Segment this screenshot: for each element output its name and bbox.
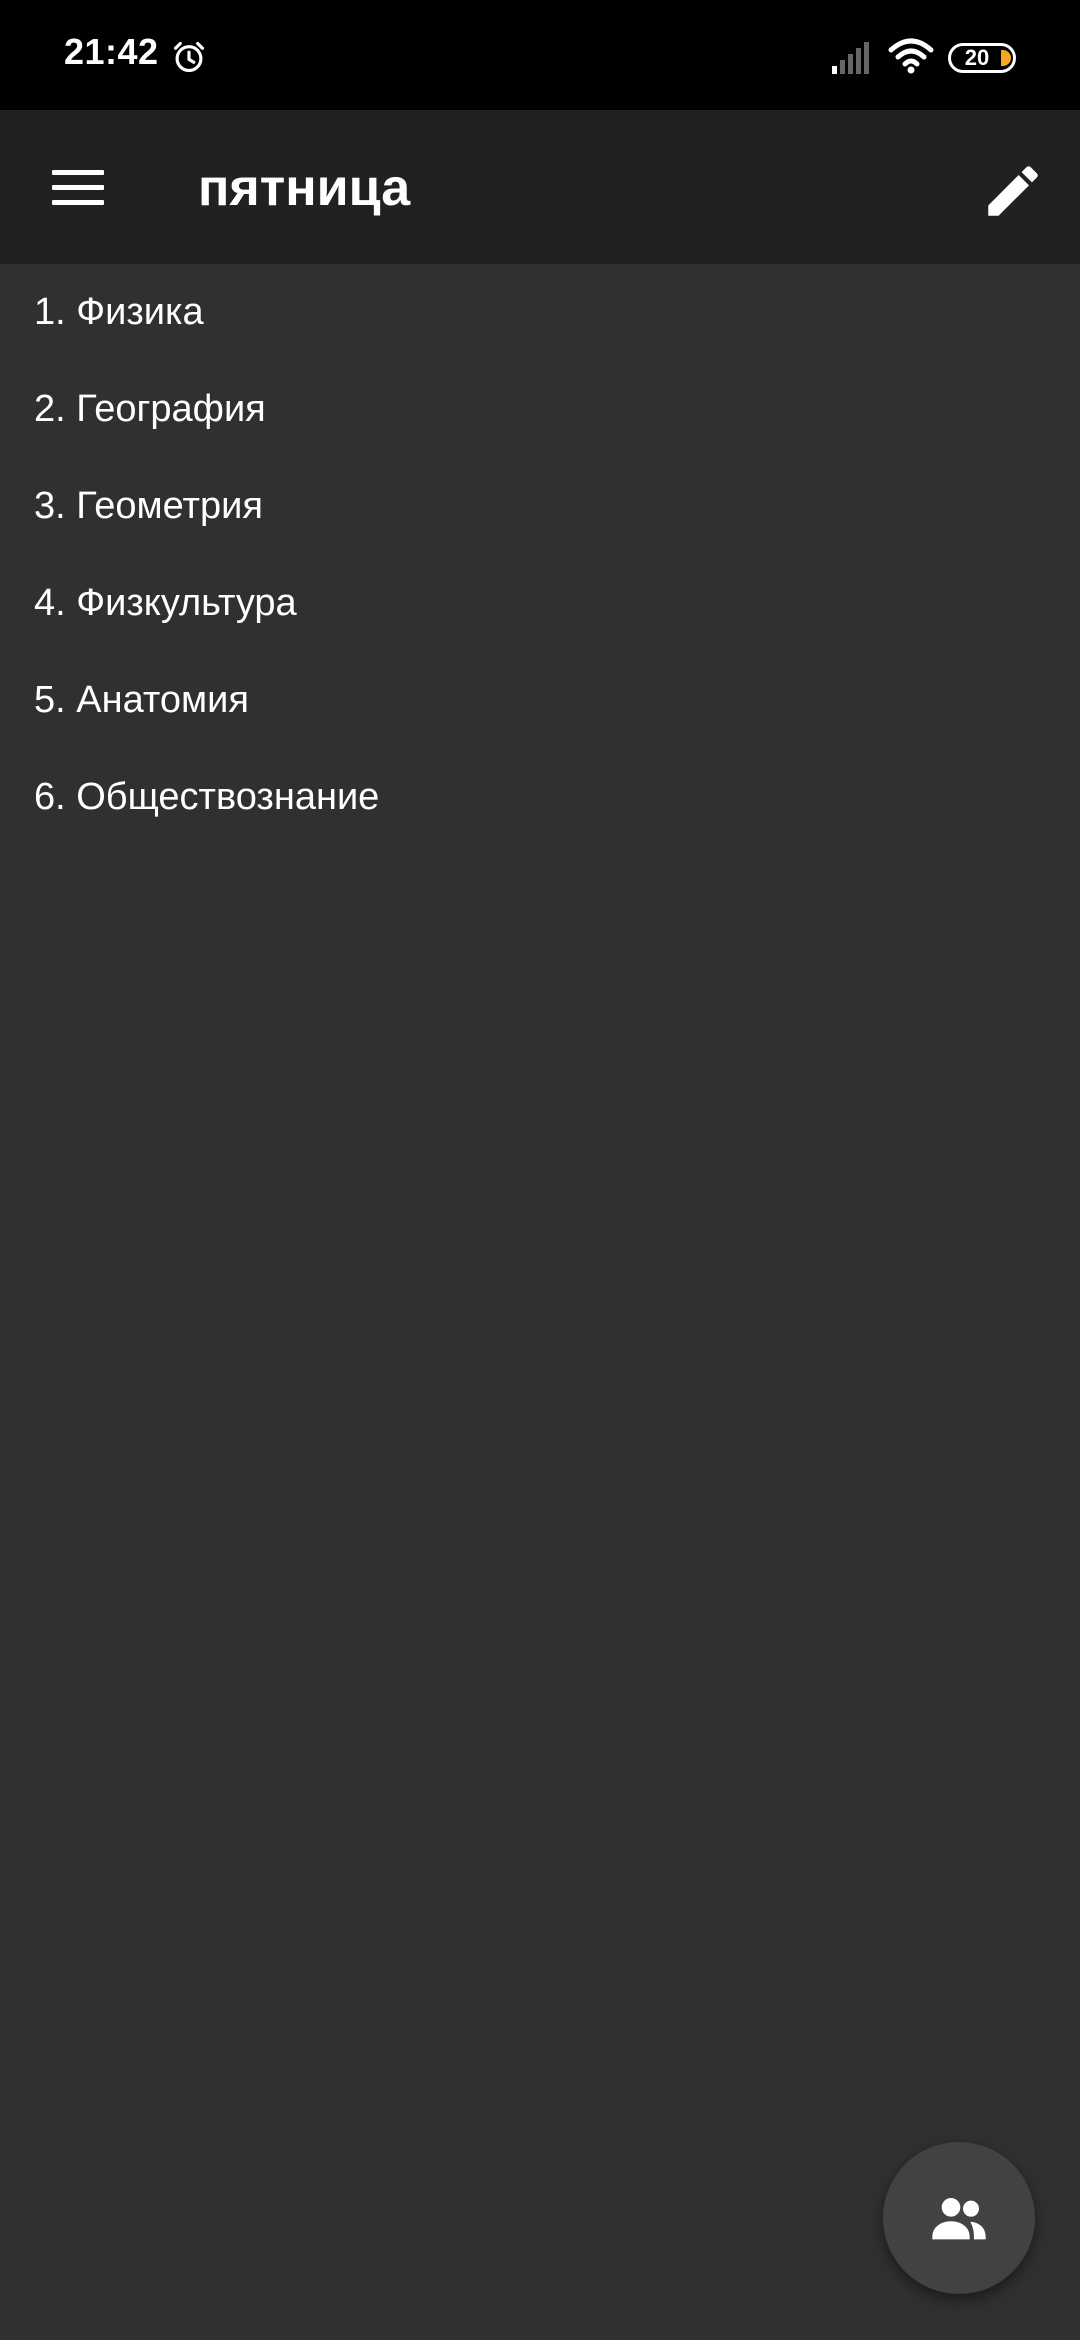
pencil-icon [988,166,1038,216]
list-item[interactable]: 6. Обществознание [34,749,1034,846]
app-bar: пятница [0,110,1080,264]
people-group-icon [932,2198,986,2240]
list-item[interactable]: 5. Анатомия [34,652,1034,749]
list-item[interactable]: 1. Физика [34,264,1034,361]
alarm-clock-icon [173,41,205,73]
cell-signal-icon [832,42,869,74]
wifi-icon [888,38,934,74]
status-time: 21:42 [64,31,159,72]
menu-button[interactable] [40,160,114,214]
page-title: пятница [198,159,411,217]
edit-button[interactable] [980,158,1046,224]
group-fab-button[interactable] [883,2142,1035,2294]
battery-indicator: 20 [948,43,1016,73]
list-item[interactable]: 4. Физкультура [34,555,1034,652]
list-item[interactable]: 3. Геометрия [34,458,1034,555]
status-bar: 21:42 20 [0,0,1080,110]
app-screen: 21:42 20 пятница 1. Физика 2. География … [0,0,1080,2340]
list-item[interactable]: 2. География [34,361,1034,458]
